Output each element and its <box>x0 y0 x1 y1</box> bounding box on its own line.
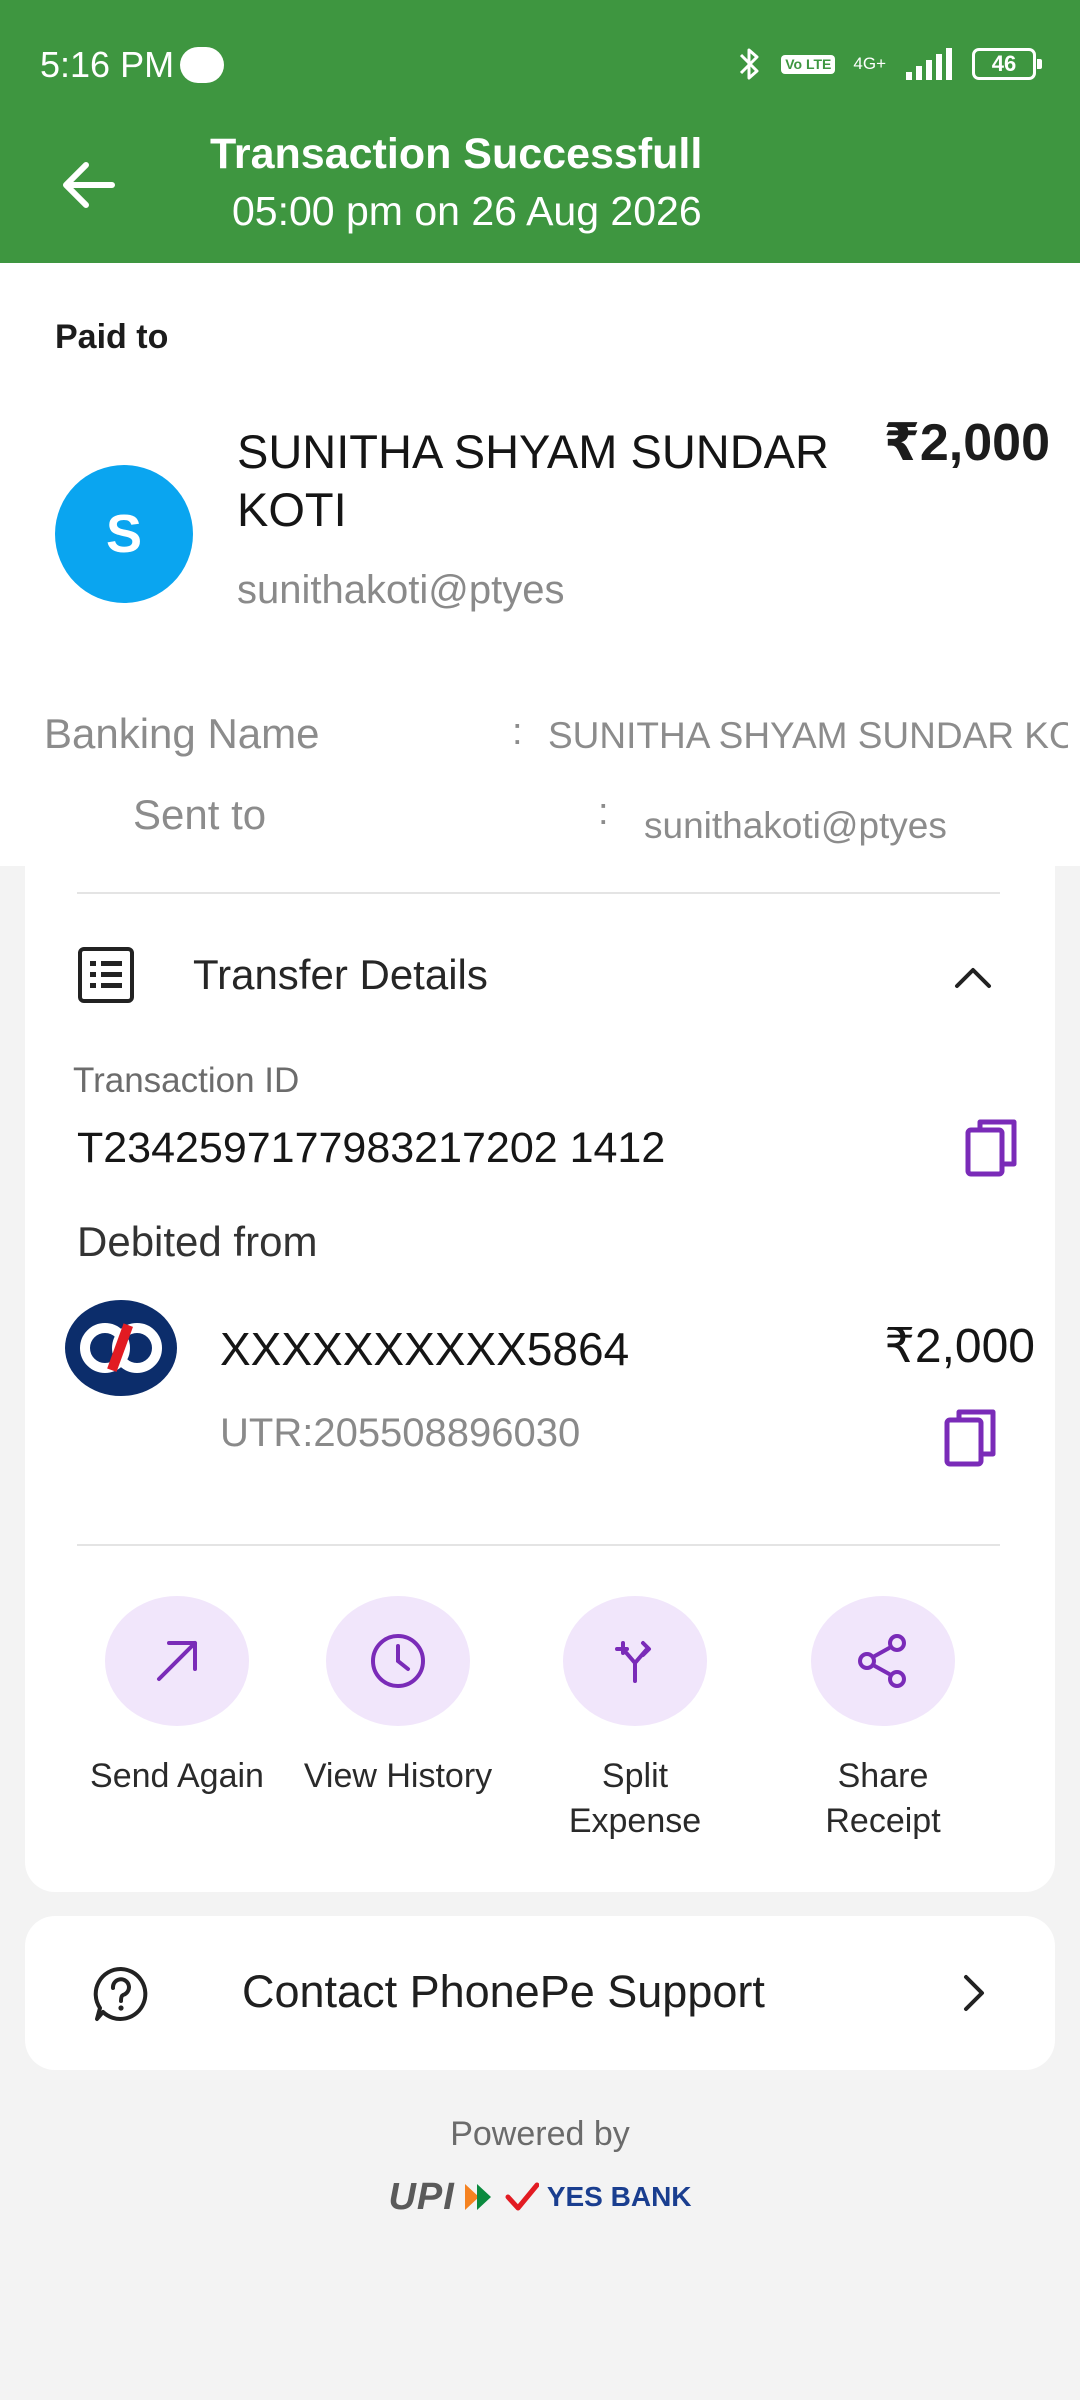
back-button[interactable] <box>50 145 130 225</box>
copy-utr-button[interactable] <box>941 1406 1001 1472</box>
split-expense-button[interactable]: Split Expense <box>535 1596 735 1844</box>
yes-bank-logo: YES BANK <box>546 2181 692 2212</box>
divider <box>77 892 1000 894</box>
account-number: XXXXXXXXXX5864 <box>220 1323 630 1375</box>
partner-logos: UPI YES BANK <box>0 2172 1080 2222</box>
network-type: 4G+ <box>853 54 886 73</box>
payee-upi-id: sunithakoti@ptyes <box>237 568 565 612</box>
send-again-button[interactable]: Send Again <box>77 1596 277 1799</box>
banking-name-label: Banking Name <box>44 710 320 757</box>
clock-icon <box>371 1634 425 1688</box>
upi-arrow-icon <box>464 2184 491 2210</box>
transfer-card: Transfer Details Transaction ID T2342597… <box>25 866 1055 1892</box>
bank-logo <box>65 1300 177 1396</box>
signal-icon <box>906 48 952 80</box>
banking-name-value: SUNITHA SHYAM SUNDAR KOTI <box>548 715 1068 756</box>
debited-from-label: Debited from <box>77 1218 318 1265</box>
utr-number: UTR:205508896030 <box>220 1411 581 1455</box>
page-title: Transaction Successfull <box>210 130 703 178</box>
share-icon <box>858 1634 906 1688</box>
chevron-up-icon[interactable] <box>951 956 995 1000</box>
bluetooth-icon <box>740 48 759 80</box>
copy-icon <box>965 1119 1017 1177</box>
notification-dot-icon <box>180 47 224 83</box>
header: 5:16 PM Vo LTE 4G+ 46 Transaction Succes… <box>0 0 1080 263</box>
copy-transaction-id-button[interactable] <box>962 1116 1022 1182</box>
contact-support-label: Contact PhonePe Support <box>242 1966 765 2017</box>
share-receipt-button[interactable]: Share Receipt <box>783 1596 983 1844</box>
payee-amount: ₹2,000 <box>883 414 1050 472</box>
status-icons: Vo LTE 4G+ 46 <box>737 44 1042 84</box>
copy-icon <box>944 1409 996 1467</box>
sent-to-separator: : <box>598 791 609 833</box>
paid-to-section: Paid to S SUNITHA SHYAM SUNDAR KOTI ₹2,0… <box>0 263 1080 866</box>
status-time: 5:16 PM <box>40 44 175 85</box>
chevron-right-icon <box>951 1971 995 2015</box>
debited-amount: ₹2,000 <box>884 1320 1035 1373</box>
share-receipt-label: Share Receipt <box>825 1757 941 1840</box>
receipt-list-icon <box>77 946 135 1004</box>
split-expense-label: Split Expense <box>568 1757 702 1840</box>
transfer-details-label[interactable]: Transfer Details <box>193 951 488 999</box>
view-history-button[interactable]: View History <box>298 1596 498 1799</box>
sent-to-label: Sent to <box>133 791 267 838</box>
arrow-left-icon <box>63 162 115 208</box>
payee-name: SUNITHA SHYAM SUNDAR KOTI <box>237 425 829 536</box>
split-icon <box>615 1641 651 1683</box>
battery-indicator: 46 <box>972 48 1042 80</box>
action-buttons: Send Again View History Split Expense Sh… <box>25 1596 1055 1856</box>
view-history-label: View History <box>303 1757 493 1795</box>
divider <box>77 1544 1000 1546</box>
arrow-up-right-icon <box>157 1641 197 1681</box>
payee-avatar: S <box>55 465 193 603</box>
sent-to-value: sunithakoti@ptyes <box>644 805 947 846</box>
checkmark-icon <box>505 2182 539 2211</box>
status-bar: 5:16 PM Vo LTE 4G+ 46 <box>0 0 1080 130</box>
upi-logo: UPI <box>388 2175 455 2218</box>
send-again-label: Send Again <box>90 1757 264 1795</box>
transaction-screen: 5:16 PM Vo LTE 4G+ 46 Transaction Succes… <box>0 0 1080 2400</box>
transaction-id-label: Transaction ID <box>73 1061 300 1100</box>
banking-name-separator: : <box>512 711 523 753</box>
transaction-time: 05:00 pm on 26 Aug 2026 <box>232 188 702 234</box>
help-icon <box>91 1964 151 2024</box>
transaction-id-value: T2342597177983217202 1412 <box>77 1124 666 1172</box>
paid-to-label: Paid to <box>55 318 169 356</box>
powered-by-label: Powered by <box>450 2115 630 2153</box>
volte-badge: Vo LTE <box>781 54 836 74</box>
contact-support-button[interactable]: Contact PhonePe Support <box>25 1916 1055 2070</box>
